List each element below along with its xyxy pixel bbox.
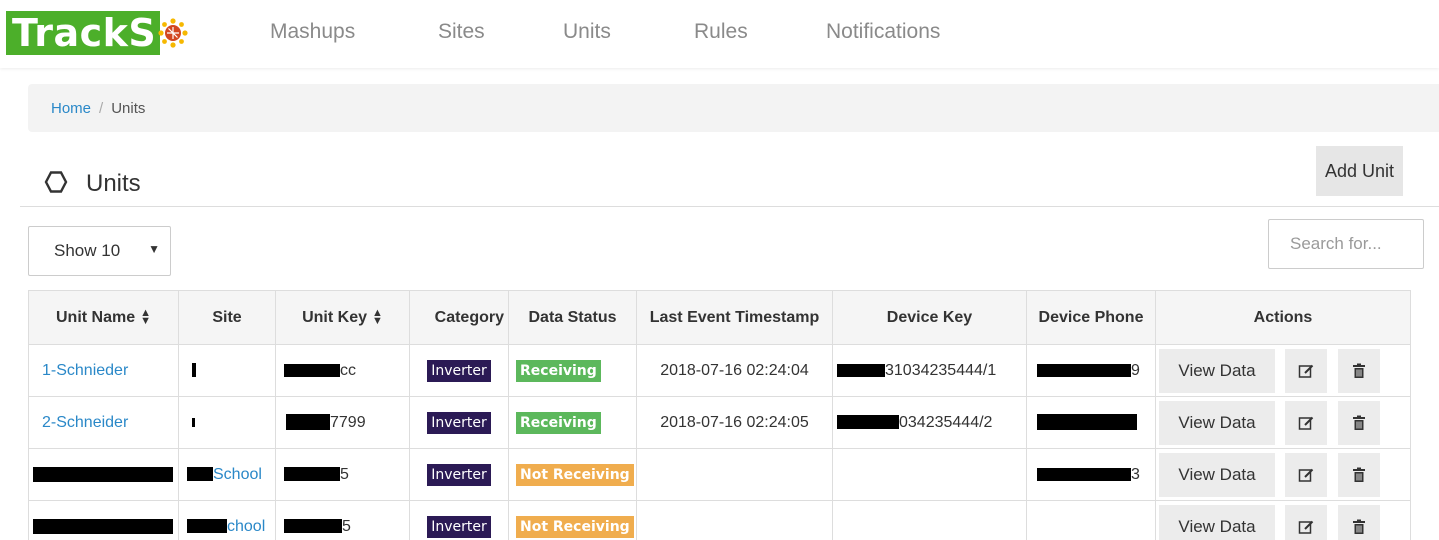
redaction-bar bbox=[284, 363, 340, 377]
last-event-timestamp: 2018-07-16 02:24:05 bbox=[660, 413, 809, 431]
redaction-bar bbox=[284, 467, 340, 482]
unit-key: cc bbox=[340, 361, 356, 379]
redaction-bar bbox=[1037, 363, 1131, 377]
page-size-select[interactable]: Show 10 ▼ bbox=[28, 226, 171, 276]
delete-button[interactable] bbox=[1337, 504, 1380, 540]
sun-logo-icon bbox=[158, 18, 188, 48]
search-input[interactable] bbox=[1268, 219, 1424, 269]
redaction-bar bbox=[837, 415, 899, 430]
unit-key: 5 bbox=[340, 465, 349, 483]
category-badge: Inverter bbox=[427, 411, 491, 434]
nav-rules[interactable]: Rules bbox=[694, 20, 748, 44]
redaction-bar bbox=[192, 417, 195, 427]
table-row: School 5 Inverter Not Receiving 3 View D… bbox=[28, 448, 1411, 501]
nav-sites[interactable]: Sites bbox=[438, 20, 485, 44]
logo-wordmark: TrackS bbox=[6, 11, 161, 55]
col-data-status: Data Status bbox=[508, 290, 637, 345]
unit-key: 7799 bbox=[330, 413, 366, 431]
edit-button[interactable] bbox=[1285, 452, 1328, 497]
breadcrumb-home-link[interactable]: Home bbox=[51, 100, 91, 117]
col-unit-name[interactable]: Unit Name ▲ ▼ bbox=[28, 290, 179, 345]
redaction-bar bbox=[192, 363, 196, 378]
table-row: 1-Schnieder cc Inverter Receiving 2018-0… bbox=[28, 344, 1411, 397]
edit-icon bbox=[1299, 468, 1314, 482]
trash-icon bbox=[1352, 467, 1365, 482]
redaction-bar bbox=[1037, 467, 1131, 481]
col-actions: Actions bbox=[1155, 290, 1411, 345]
edit-button[interactable] bbox=[1285, 400, 1328, 445]
col-device-phone: Device Phone bbox=[1026, 290, 1156, 345]
redaction-bar bbox=[286, 414, 330, 431]
page-header: Units Add Unit bbox=[20, 146, 1439, 207]
table-row: chool 5 Inverter Not Receiving View Data bbox=[28, 500, 1411, 540]
breadcrumb-separator: / bbox=[99, 99, 104, 117]
caret-down-icon: ▼ bbox=[148, 242, 160, 256]
device-key: 31034235444/1 bbox=[885, 361, 997, 379]
sort-icon: ▲ ▼ bbox=[372, 307, 383, 328]
device-phone: 9 bbox=[1131, 361, 1140, 379]
delete-button[interactable] bbox=[1337, 348, 1380, 393]
device-key: 034235444/2 bbox=[899, 413, 993, 431]
redaction-bar bbox=[187, 519, 227, 534]
col-site: Site bbox=[178, 290, 276, 345]
category-badge: Inverter bbox=[427, 463, 491, 486]
category-badge: Inverter bbox=[427, 359, 491, 382]
trash-icon bbox=[1352, 415, 1365, 430]
category-badge: Inverter bbox=[427, 515, 491, 538]
redaction-bar bbox=[33, 466, 173, 482]
site-link[interactable]: School bbox=[213, 466, 262, 483]
redaction-bar bbox=[284, 519, 342, 534]
view-data-button[interactable]: View Data bbox=[1159, 400, 1275, 445]
add-unit-button[interactable]: Add Unit bbox=[1316, 146, 1403, 196]
delete-button[interactable] bbox=[1337, 452, 1380, 497]
status-badge: Receiving bbox=[516, 411, 601, 434]
edit-button[interactable] bbox=[1285, 504, 1328, 540]
breadcrumb-current: Units bbox=[111, 99, 146, 117]
col-device-key: Device Key bbox=[832, 290, 1027, 345]
edit-icon bbox=[1299, 416, 1314, 430]
redaction-bar bbox=[33, 518, 173, 534]
edit-button[interactable] bbox=[1285, 348, 1328, 393]
view-data-button[interactable]: View Data bbox=[1159, 452, 1275, 497]
status-badge: Not Receiving bbox=[516, 515, 634, 538]
unit-key: 5 bbox=[342, 517, 351, 535]
table-header-row: Unit Name ▲ ▼ Site Unit Key ▲ ▼ Category Dat… bbox=[28, 290, 1411, 345]
cog-icon bbox=[44, 171, 68, 193]
redaction-bar bbox=[837, 363, 885, 377]
table-row: 2-Schneider 7799 Inverter Receiving 2018… bbox=[28, 396, 1411, 449]
col-last-event-timestamp: Last Event Timestamp bbox=[636, 290, 833, 345]
unit-name-link[interactable]: 2-Schneider bbox=[42, 414, 128, 431]
edit-icon bbox=[1299, 364, 1314, 378]
delete-button[interactable] bbox=[1337, 400, 1380, 445]
device-phone: 3 bbox=[1131, 465, 1140, 483]
last-event-timestamp: 2018-07-16 02:24:04 bbox=[660, 361, 809, 379]
trackso-logo[interactable]: TrackS bbox=[6, 8, 188, 58]
view-data-button[interactable]: View Data bbox=[1159, 348, 1275, 393]
redaction-bar bbox=[1037, 414, 1137, 431]
sort-icon: ▲ ▼ bbox=[140, 307, 151, 328]
top-navbar: TrackS Mashups Sites Units Rules Notific… bbox=[0, 0, 1439, 68]
trash-icon bbox=[1352, 363, 1365, 378]
view-data-button[interactable]: View Data bbox=[1159, 504, 1275, 540]
unit-name-link[interactable]: 1-Schnieder bbox=[42, 362, 128, 379]
status-badge: Receiving bbox=[516, 359, 601, 382]
redaction-bar bbox=[187, 467, 213, 482]
breadcrumb: Home / Units bbox=[28, 84, 1439, 132]
nav-mashups[interactable]: Mashups bbox=[270, 20, 355, 44]
col-unit-key[interactable]: Unit Key ▲ ▼ bbox=[275, 290, 410, 345]
page-size-value: Show 10 bbox=[54, 241, 121, 260]
status-badge: Not Receiving bbox=[516, 463, 634, 486]
col-category: Category bbox=[409, 290, 509, 345]
trash-icon bbox=[1352, 519, 1365, 534]
site-link[interactable]: chool bbox=[227, 518, 265, 535]
nav-units[interactable]: Units bbox=[563, 20, 611, 44]
edit-icon bbox=[1299, 520, 1314, 534]
units-table: Unit Name ▲ ▼ Site Unit Key ▲ ▼ Category Dat… bbox=[28, 290, 1411, 540]
nav-notifications[interactable]: Notifications bbox=[826, 20, 940, 44]
page-title: Units bbox=[86, 170, 141, 197]
